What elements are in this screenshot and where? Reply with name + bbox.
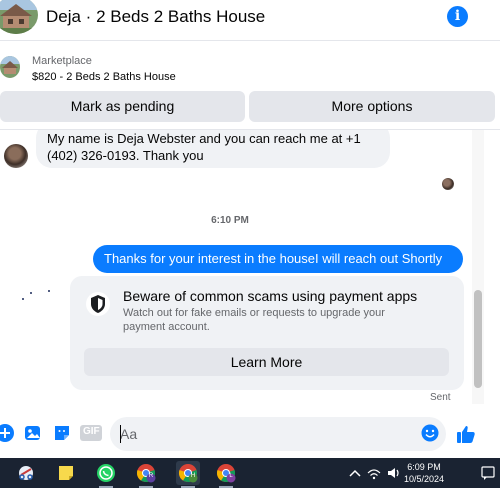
notifications-icon[interactable] xyxy=(480,463,496,483)
more-options-button[interactable]: More options xyxy=(249,91,495,122)
listing-thumbnail[interactable] xyxy=(0,0,38,34)
listing-source-label: Marketplace xyxy=(32,55,92,67)
thread-scrollbar[interactable] xyxy=(472,130,484,404)
typing-dots xyxy=(20,288,60,304)
scam-warning-card: Beware of common scams using payment app… xyxy=(70,276,464,390)
profile-badge-r: R xyxy=(148,473,154,479)
scrollbar-thumb[interactable] xyxy=(474,290,482,388)
scam-warning-description: Watch out for fake emails or requests to… xyxy=(123,307,385,333)
chrome-profile-l-icon[interactable]: L xyxy=(216,463,236,483)
photo-icon[interactable] xyxy=(24,424,42,442)
text-caret xyxy=(120,425,121,443)
learn-more-button[interactable]: Learn More xyxy=(84,348,449,376)
message-timestamp: 6:10 PM xyxy=(211,215,249,226)
profile-badge-h: H xyxy=(190,473,196,479)
message-input[interactable]: Aa xyxy=(110,417,446,451)
info-icon[interactable]: i xyxy=(447,6,468,27)
chrome-profile-h-icon[interactable]: H xyxy=(176,461,200,485)
sticky-notes-icon[interactable] xyxy=(56,463,76,483)
clock-time: 6:09 PM xyxy=(407,462,441,472)
emoji-icon[interactable] xyxy=(421,424,439,442)
sender-avatar[interactable] xyxy=(4,144,28,168)
message-status: Sent xyxy=(430,392,451,403)
gif-icon[interactable]: GIF xyxy=(80,424,102,442)
scam-warning-title: Beware of common scams using payment app… xyxy=(123,288,418,304)
chat-title: Deja · 2 Beds 2 Baths House xyxy=(46,7,266,26)
gif-label: GIF xyxy=(83,426,100,437)
outgoing-message: Thanks for your interest in the houseI w… xyxy=(93,245,463,273)
listing-small-thumbnail xyxy=(0,56,20,78)
speaker-icon[interactable] xyxy=(386,463,402,483)
message-composer: GIF Aa xyxy=(0,414,500,454)
system-taskbar: R H L 6:09 PM 10/5/2024 xyxy=(0,458,500,488)
marketplace-listing[interactable]: Marketplace $820 - 2 Beds 2 Baths House xyxy=(0,46,500,86)
header-divider xyxy=(0,40,500,41)
shield-icon xyxy=(86,292,110,316)
like-icon[interactable] xyxy=(456,424,476,444)
snipping-tool-icon[interactable] xyxy=(16,463,36,483)
plus-icon[interactable] xyxy=(0,424,14,442)
seen-avatar xyxy=(442,178,454,190)
listing-detail: $820 - 2 Beds 2 Baths House xyxy=(32,71,176,83)
incoming-message: My name is Deja Webster and you can reac… xyxy=(36,130,390,168)
chat-header: Deja · 2 Beds 2 Baths House i xyxy=(0,0,500,36)
clock-date: 10/5/2024 xyxy=(404,474,445,484)
chrome-profile-r-icon[interactable]: R xyxy=(136,463,156,483)
sticker-icon[interactable] xyxy=(53,424,71,442)
profile-badge-l: L xyxy=(229,473,233,479)
system-clock[interactable]: 6:09 PM 10/5/2024 xyxy=(404,461,444,485)
mark-as-pending-button[interactable]: Mark as pending xyxy=(0,91,245,122)
whatsapp-icon[interactable] xyxy=(96,463,116,483)
chevron-up-icon[interactable] xyxy=(348,463,362,483)
wifi-icon[interactable] xyxy=(366,463,382,483)
